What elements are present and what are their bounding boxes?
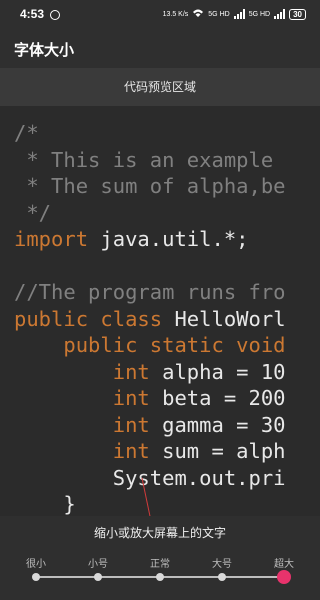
signal-icon-2	[274, 9, 286, 19]
status-time: 4:53	[20, 7, 45, 21]
code-keyword: int	[14, 412, 150, 437]
status-bar: 4:53 13.5 K/s 5G HD 5G HD 30	[0, 0, 320, 30]
preview-header: 代码预览区域	[0, 68, 320, 106]
panel-title: 缩小或放大屏幕上的文字	[93, 526, 226, 540]
wifi-icon	[192, 8, 204, 20]
code-line: * This is an example	[14, 147, 274, 172]
code-preview: /* * This is an example * The sum of alp…	[0, 106, 320, 516]
code-line: /*	[14, 121, 39, 145]
slider-tick[interactable]	[218, 573, 226, 581]
code-text: sum = alph	[149, 439, 286, 463]
font-size-panel: 缩小或放大屏幕上的文字 很小 小号 正常 大号 超大	[0, 516, 320, 600]
slider-tick[interactable]	[156, 573, 164, 581]
network-type-1: 5G HD	[208, 10, 230, 18]
code-text: beta = 200	[149, 386, 286, 410]
slider-tick[interactable]	[32, 573, 40, 581]
battery-icon: 30	[289, 8, 306, 20]
code-line: * The sum of alpha,be	[14, 174, 286, 198]
code-keyword: int	[14, 386, 150, 410]
network-speed: 13.5 K/s	[162, 10, 189, 18]
level-label-large[interactable]: 大号	[202, 555, 242, 570]
code-text: gamma = 30	[149, 412, 286, 437]
page-title: 字体大小	[14, 41, 75, 59]
code-keyword: int	[14, 359, 150, 384]
code-text: java.util.*;	[88, 227, 249, 251]
level-label-extra-large[interactable]: 超大	[264, 555, 304, 570]
code-text: alpha = 10	[149, 359, 286, 384]
level-label-small[interactable]: 小号	[78, 555, 118, 570]
notification-icon	[50, 10, 60, 20]
level-label-very-small[interactable]: 很小	[16, 555, 56, 570]
signal-icon	[233, 9, 245, 19]
status-indicators: 13.5 K/s 5G HD 5G HD 30	[163, 8, 306, 20]
code-line: */	[14, 200, 52, 225]
slider-tick[interactable]	[94, 573, 102, 581]
slider-thumb[interactable]	[277, 570, 291, 584]
code-block: /* * This is an example * The sum of alp…	[14, 120, 286, 516]
code-line: System.out.pri	[14, 465, 286, 490]
code-line: //The program runs fro	[14, 280, 286, 304]
app-bar: 字体大小	[0, 30, 320, 68]
code-line: }	[14, 492, 76, 516]
network-type-2: 5G HD	[248, 10, 271, 18]
code-keyword: public static void	[14, 333, 286, 357]
code-keyword: public class	[14, 306, 163, 331]
code-keyword: int	[14, 439, 150, 463]
code-keyword: import	[14, 227, 89, 251]
code-text: HelloWorl	[162, 306, 286, 331]
level-label-normal[interactable]: 正常	[140, 555, 180, 570]
